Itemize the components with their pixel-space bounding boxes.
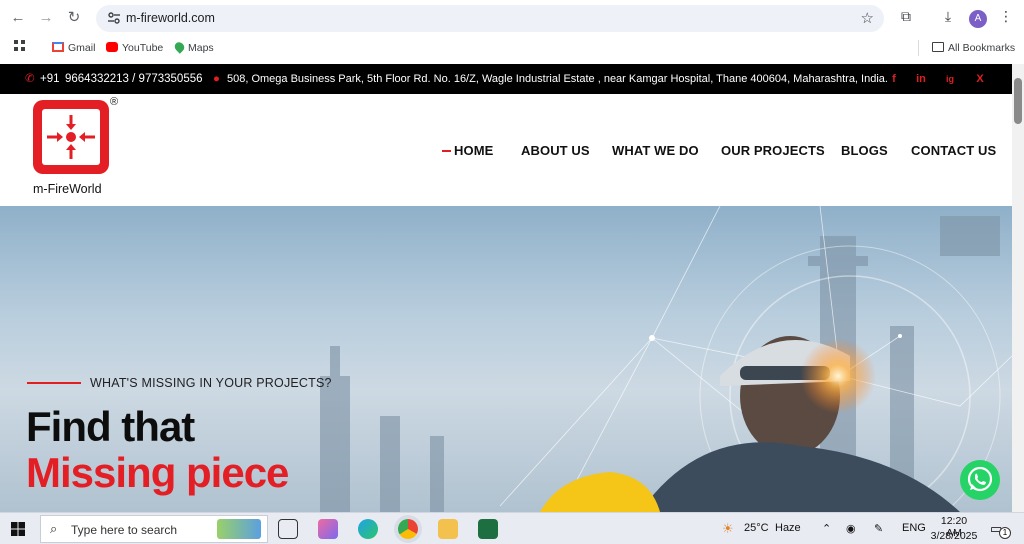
instagram-icon[interactable]: ig — [942, 64, 958, 94]
logo-arrows-icon — [47, 115, 95, 159]
hero-title-line1: Find that — [26, 403, 195, 450]
bookmark-label: Maps — [188, 42, 214, 54]
weather-icon[interactable]: ☀ — [722, 521, 734, 537]
edge-icon[interactable] — [358, 519, 378, 539]
logo-inner — [42, 109, 100, 165]
site-header: ® m-FireWorld HOME ABOUT US WHAT WE DO O… — [0, 94, 1012, 206]
phone-icon: ✆ — [25, 73, 35, 85]
excel-icon[interactable] — [478, 519, 498, 539]
bookmark-youtube[interactable]: YouTube — [106, 40, 163, 56]
task-view-icon[interactable] — [278, 519, 298, 539]
windows-start-icon[interactable] — [11, 522, 25, 536]
location-pin-icon: ● — [213, 73, 220, 85]
logo-mark[interactable] — [33, 100, 109, 174]
nav-contact-us[interactable]: CONTACT US — [911, 143, 996, 158]
bookmark-gmail[interactable]: Gmail — [52, 40, 95, 56]
bookmark-label: YouTube — [122, 42, 164, 54]
weather-temp[interactable]: 25°C — [744, 522, 769, 534]
reload-icon[interactable]: ↻ — [64, 8, 84, 28]
nav-blogs[interactable]: BLOGS — [841, 143, 888, 158]
hero-kicker: WHAT'S MISSING IN YOUR PROJECTS? — [90, 376, 332, 390]
browser-chrome: ← → ↻ m-fireworld.com ☆ ⧉ ⤓ A ⋮ Gmail Yo… — [0, 0, 1024, 64]
whatsapp-icon — [967, 466, 993, 492]
site-info-icon[interactable] — [106, 10, 122, 26]
nav-our-projects[interactable]: OUR PROJECTS — [721, 143, 825, 158]
bookmarks-divider — [918, 40, 919, 56]
taskbar-search[interactable]: ⌕ Type here to search — [40, 515, 268, 543]
gmail-icon — [52, 42, 64, 52]
profile-avatar[interactable]: A — [969, 10, 987, 28]
extensions-icon[interactable]: ⧉ — [896, 8, 916, 25]
chrome-icon[interactable] — [398, 519, 418, 539]
hero-title-line2: Missing piece — [26, 449, 289, 496]
search-placeholder: Type here to search — [71, 523, 178, 537]
site-topbar: ✆ +91 9664332213 / 9773350556 ● 508, Ome… — [0, 64, 1012, 94]
tray-pen-icon[interactable]: ✎ — [874, 522, 883, 535]
clock-date[interactable]: 3/28/2025 — [928, 530, 980, 542]
bookmark-star-icon[interactable]: ☆ — [861, 9, 874, 27]
bookmark-maps[interactable]: Maps — [172, 40, 214, 56]
back-icon[interactable]: ← — [8, 8, 28, 28]
file-explorer-icon[interactable] — [438, 519, 458, 539]
nav-about-us[interactable]: ABOUT US — [521, 143, 590, 158]
forward-icon[interactable]: → — [36, 8, 56, 28]
bookmark-label: Gmail — [68, 42, 96, 54]
tray-chevron-icon[interactable]: ⌃ — [822, 522, 831, 535]
facebook-icon[interactable]: f — [886, 64, 902, 94]
nav-home[interactable]: HOME — [441, 143, 493, 158]
menu-kebab-icon[interactable]: ⋮ — [996, 8, 1016, 25]
search-icon: ⌕ — [50, 521, 58, 536]
language-indicator[interactable]: ENG — [902, 522, 926, 534]
hero-kicker-line — [27, 382, 81, 384]
hero-banner: WHAT'S MISSING IN YOUR PROJECTS? Find th… — [0, 206, 1012, 512]
nav-what-we-do[interactable]: WHAT WE DO — [612, 143, 699, 158]
logo-text[interactable]: m-FireWorld — [33, 182, 102, 196]
url-text[interactable]: m-fireworld.com — [126, 11, 215, 25]
x-twitter-icon[interactable]: X — [972, 64, 988, 94]
all-bookmarks-label: All Bookmarks — [948, 42, 1016, 54]
notification-badge: 1 — [999, 527, 1011, 539]
youtube-icon — [106, 42, 118, 52]
scrollbar-thumb[interactable] — [1014, 78, 1022, 124]
tray-record-icon[interactable]: ◉ — [846, 522, 856, 535]
phone-numbers[interactable]: 9664332213 / 9773350556 — [65, 64, 203, 94]
all-bookmarks[interactable]: All Bookmarks — [932, 40, 1015, 56]
windows-taskbar: ⌕ Type here to search ☀ 25°C Haze ⌃ ◉ ✎ … — [0, 512, 1024, 544]
apps-grid-icon[interactable] — [14, 40, 26, 56]
address-bar[interactable]: m-fireworld.com ☆ — [96, 5, 884, 32]
search-highlight-image — [217, 519, 261, 539]
folder-icon — [932, 42, 944, 52]
linkedin-icon[interactable]: in — [913, 64, 929, 94]
page-scrollbar[interactable] — [1012, 64, 1024, 512]
maps-pin-icon — [172, 40, 187, 54]
download-icon[interactable]: ⤓ — [938, 8, 958, 25]
address-text: 508, Omega Business Park, 5th Floor Rd. … — [227, 73, 888, 85]
weather-desc[interactable]: Haze — [775, 522, 801, 534]
whatsapp-button[interactable] — [960, 460, 1000, 500]
copilot-icon[interactable] — [318, 519, 338, 539]
phone-prefix: +91 — [40, 73, 60, 85]
registered-mark: ® — [110, 96, 119, 108]
